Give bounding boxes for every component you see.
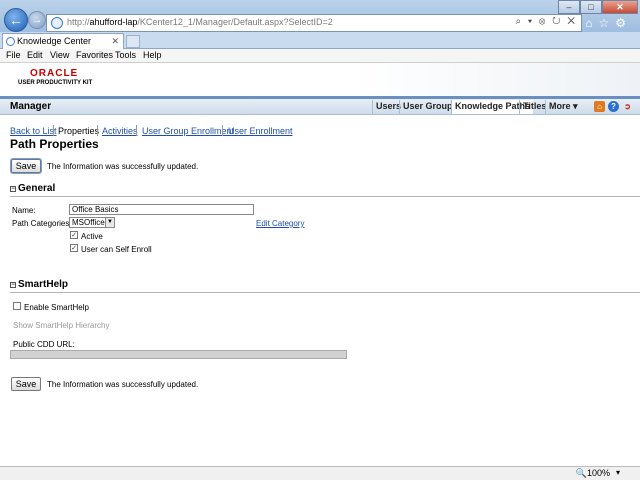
browser-tab[interactable]: Knowledge Center ✕ [2, 33, 124, 49]
zoom-level[interactable]: 🔍100% [576, 468, 610, 479]
address-bar[interactable]: http://ahufford-lap/KCenter12_1/Manager/… [46, 14, 582, 32]
address-url-prefix: http:// [67, 17, 90, 27]
edit-category-link[interactable]: Edit Category [256, 219, 304, 228]
subnav-divider [53, 125, 54, 136]
ie-page-icon [51, 17, 63, 29]
close-icon[interactable]: ✕ [602, 0, 638, 14]
activities-link[interactable]: Activities [102, 126, 138, 136]
forward-arrow-icon[interactable]: → [28, 11, 46, 29]
browser-toolbar-icons: ⌂☆⚙ [585, 16, 632, 30]
subnav-divider [222, 125, 223, 136]
menu-view[interactable]: View [50, 50, 69, 60]
active-checkbox[interactable]: ✓ [70, 231, 78, 239]
name-input[interactable]: Office Basics [69, 204, 254, 215]
logout-icon[interactable]: ➲ [622, 101, 633, 112]
subnav-divider [97, 125, 98, 136]
status-message: The Information was successfully updated… [47, 162, 199, 171]
enable-smarthelp-checkbox[interactable] [13, 302, 21, 310]
new-tab-button[interactable] [126, 35, 140, 48]
self-enroll-label: User can Self Enroll [81, 245, 152, 254]
general-heading: General [18, 183, 56, 194]
address-url-host: ahufford-lap [89, 17, 138, 27]
public-cdd-url-input [10, 350, 347, 359]
section-divider [10, 196, 640, 197]
save-button[interactable]: Save [10, 158, 42, 174]
enable-smarthelp-label: Enable SmartHelp [24, 303, 89, 312]
section-divider [10, 292, 640, 293]
status-message-bottom: The Information was successfully updated… [47, 380, 199, 389]
tab-title: Knowledge Center [17, 36, 92, 46]
product-name: USER PRODUCTIVITY KIT [18, 80, 93, 86]
help-icon[interactable]: ? [608, 101, 619, 112]
manager-bar: Manager Users User Groups Knowledge Path… [0, 99, 640, 115]
home-icon[interactable]: ⌂ [594, 101, 605, 112]
path-categories-select[interactable]: MSOffice ▼ [69, 217, 115, 228]
name-label: Name: [12, 206, 36, 215]
address-url: http://ahufford-lap/KCenter12_1/Manager/… [67, 17, 333, 27]
menu-bar: File Edit View Favorites Tools Help [0, 49, 640, 63]
home-icon[interactable]: ⌂ [585, 16, 598, 30]
tab-more[interactable]: More ▾ [545, 100, 581, 114]
back-arrow-icon[interactable]: ← [4, 8, 28, 32]
address-url-path: /KCenter12_1/Manager/Default.aspx?Select… [137, 17, 333, 27]
logo-area [0, 63, 640, 97]
user-enrollment-link[interactable]: User Enrollment [228, 126, 293, 136]
tab-close-icon[interactable]: ✕ [111, 34, 119, 48]
menu-favorites[interactable]: Favorites [76, 50, 113, 60]
smarthelp-section-header[interactable]: − SmartHelp [10, 279, 68, 290]
path-categories-value: MSOffice [72, 218, 105, 227]
collapse-icon[interactable]: − [10, 186, 16, 192]
oracle-logo: ORACLE [30, 68, 79, 79]
favorites-star-icon[interactable]: ☆ [598, 16, 615, 30]
subnav-divider [136, 125, 137, 136]
menu-tools[interactable]: Tools [115, 50, 136, 60]
browser-titlebar: ← → http://ahufford-lap/KCenter12_1/Mana… [0, 0, 640, 32]
back-to-list-link[interactable]: Back to List [10, 126, 57, 136]
general-section-header[interactable]: − General [10, 183, 55, 194]
self-enroll-checkbox[interactable]: ✓ [70, 244, 78, 252]
smarthelp-hierarchy-link: Show SmartHelp Hierarchy [13, 321, 110, 330]
path-categories-label: Path Categories: [12, 219, 72, 228]
menu-help[interactable]: Help [143, 50, 162, 60]
settings-gear-icon[interactable]: ⚙ [615, 16, 632, 30]
menu-edit[interactable]: Edit [27, 50, 43, 60]
page-title: Path Properties [10, 137, 99, 151]
browser-status-bar: 🔍100% ▾ [0, 466, 640, 480]
properties-tab: Properties [58, 126, 100, 136]
active-label: Active [81, 232, 103, 241]
save-button-bottom[interactable]: Save [11, 377, 41, 391]
browser-tab-row: Knowledge Center ✕ [0, 32, 640, 49]
section-title: Manager [10, 101, 52, 112]
tab-favicon-icon [6, 37, 15, 46]
chevron-down-icon[interactable]: ▼ [105, 218, 114, 227]
smarthelp-heading: SmartHelp [18, 279, 69, 290]
zoom-chevron-down-icon[interactable]: ▾ [616, 468, 620, 477]
collapse-icon[interactable]: − [10, 282, 16, 288]
maximize-icon[interactable]: □ [580, 0, 602, 14]
minimize-icon[interactable]: – [558, 0, 580, 14]
address-tools[interactable]: ⌕ ▾ ⊗ ↻ ✕ [516, 16, 577, 27]
menu-file[interactable]: File [6, 50, 21, 60]
user-group-enrollment-link[interactable]: User Group Enrollment [142, 126, 234, 136]
window-controls: – □ ✕ [558, 0, 638, 14]
public-cdd-url-label: Public CDD URL: [13, 340, 75, 349]
